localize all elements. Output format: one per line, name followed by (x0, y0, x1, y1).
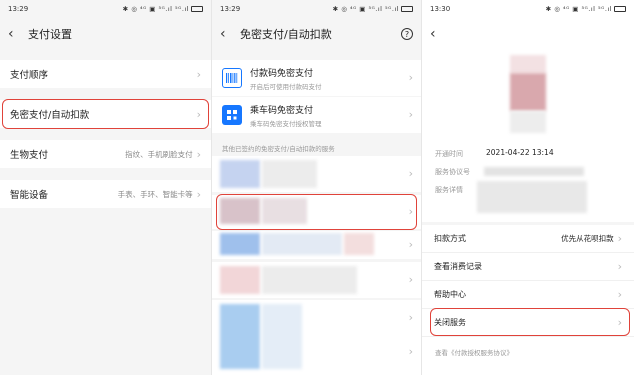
status-bar: 13:30 ✱ ◎ ⁴ᴳ ▣ ⁵ᴳ.ıl ⁵ᴳ.ıl (422, 0, 634, 18)
status-time: 13:29 (220, 5, 241, 13)
service-transit-code[interactable]: 乘车码免密支付 乘车码免密支付授权管理 › (212, 97, 421, 133)
payment-settings-screen: 13:29 ✱ ◎ ⁴ᴳ ▣ ⁵ᴳ.ıl ⁵ᴳ.ıl ‹ 支付设置 支付顺序 ›… (0, 0, 211, 375)
status-icons: ✱ ◎ ⁴ᴳ ▣ ⁵ᴳ.ıl ⁵ᴳ.ıl (333, 5, 413, 13)
status-icons: ✱ ◎ ⁴ᴳ ▣ ⁵ᴳ.ıl ⁵ᴳ.ıl (546, 5, 626, 13)
blurred-service-item[interactable]: › (212, 156, 421, 192)
service-subtitle: 乘车码免密支付授权管理 (250, 120, 322, 128)
chevron-right-icon: › (408, 238, 413, 251)
chevron-right-icon: › (617, 316, 622, 329)
row-deduction-method[interactable]: 扣款方式 优先从花呗扣款 › (422, 225, 634, 253)
status-icons: ✱ ◎ ⁴ᴳ ▣ ⁵ᴳ.ıl ⁵ᴳ.ıl (123, 5, 203, 13)
blurred-service-item[interactable]: › (212, 262, 421, 298)
help-icon[interactable]: ? (401, 28, 413, 40)
blurred-image (220, 266, 260, 294)
blurred-image (220, 198, 260, 224)
back-arrow-icon[interactable]: ‹ (220, 27, 236, 41)
blurred-service-item[interactable]: › › (212, 300, 421, 375)
settings-item-smart-devices[interactable]: 智能设备 手表、手环、智能卡等 › (0, 180, 211, 208)
close-service-button[interactable]: 关闭服务 › (422, 309, 634, 337)
nav-bar: ‹ 免密支付/自动扣款 ? (212, 22, 421, 46)
settings-item-label: 生物支付 (10, 150, 49, 161)
blurred-image (220, 304, 260, 369)
chevron-right-icon: › (196, 107, 201, 121)
chevron-right-icon: › (617, 288, 622, 301)
status-bar: 13:29 ✱ ◎ ⁴ᴳ ▣ ⁵ᴳ.ıl ⁵ᴳ.ıl (0, 0, 211, 18)
chevron-right-icon: › (408, 167, 413, 180)
service-detail-screen: 13:30 ✱ ◎ ⁴ᴳ ▣ ⁵ᴳ.ıl ⁵ᴳ.ıl ‹ 开通时间 2021-0… (422, 0, 634, 375)
info-value: 2021-04-22 13:14 (486, 148, 554, 157)
row-label: 关闭服务 (434, 318, 466, 327)
merchant-logo-image (510, 73, 546, 111)
status-bar: 13:29 ✱ ◎ ⁴ᴳ ▣ ⁵ᴳ.ıl ⁵ᴳ.ıl (212, 0, 421, 18)
info-label: 服务协议号 (435, 168, 470, 176)
nav-bar: ‹ (422, 22, 634, 46)
nav-bar: ‹ 支付设置 (0, 22, 211, 46)
blurred-agreement-number (484, 167, 584, 176)
settings-item-value: 手表、手环、智能卡等 (117, 189, 193, 199)
blurred-service-item[interactable]: › (212, 231, 421, 259)
battery-icon (191, 6, 203, 12)
chevron-right-icon: › (408, 311, 413, 324)
blurred-image (344, 233, 374, 255)
page-title: 支付设置 (28, 28, 72, 41)
settings-item-value: 指纹、手机刷脸支付 (125, 149, 193, 159)
service-title: 付款码免密支付 (250, 69, 314, 79)
row-label: 查看消费记录 (434, 262, 482, 271)
blurred-image (220, 160, 260, 188)
row-value: 优先从花呗扣款 (561, 234, 614, 243)
back-arrow-icon[interactable]: ‹ (8, 27, 24, 41)
blurred-image (262, 198, 307, 224)
agreement-link[interactable]: 查看《付款授权服务协议》 (435, 347, 513, 357)
blurred-image (262, 160, 317, 188)
section-heading: 其他已签约的免密支付/自动扣款的服务 (222, 145, 335, 153)
chevron-right-icon: › (196, 67, 201, 81)
status-time: 13:29 (8, 5, 29, 13)
merchant-logo-image (510, 111, 546, 133)
chevron-right-icon: › (617, 232, 622, 245)
settings-item-label: 支付顺序 (10, 70, 49, 81)
merchant-logo-image (510, 55, 546, 73)
chevron-right-icon: › (408, 71, 413, 84)
password-free-payment-screen: 13:29 ✱ ◎ ⁴ᴳ ▣ ⁵ᴳ.ıl ⁵ᴳ.ıl ‹ 免密支付/自动扣款 ?… (212, 0, 421, 375)
blurred-service-details (477, 181, 587, 213)
blurred-image (262, 233, 342, 255)
blurred-image (262, 304, 302, 369)
info-label: 服务详情 (435, 186, 463, 194)
row-label: 扣款方式 (434, 234, 466, 243)
settings-item-password-free[interactable]: 免密支付/自动扣款 › (0, 100, 211, 128)
settings-item-payment-order[interactable]: 支付顺序 › (0, 60, 211, 88)
service-title: 乘车码免密支付 (250, 106, 314, 116)
barcode-icon (222, 68, 242, 88)
battery-icon (401, 6, 413, 12)
page-title: 免密支付/自动扣款 (240, 28, 332, 41)
chevron-right-icon: › (408, 205, 413, 218)
back-arrow-icon[interactable]: ‹ (430, 27, 446, 41)
bus-code-icon (222, 105, 242, 125)
row-help-center[interactable]: 帮助中心 › (422, 281, 634, 309)
settings-item-label: 免密支付/自动扣款 (10, 110, 90, 121)
row-label: 帮助中心 (434, 290, 466, 299)
chevron-right-icon: › (408, 108, 413, 121)
chevron-right-icon: › (408, 273, 413, 286)
service-subtitle: 开启后可使用付款码支付 (250, 83, 322, 91)
settings-item-biometric[interactable]: 生物支付 指纹、手机刷脸支付 › (0, 140, 211, 168)
status-time: 13:30 (430, 5, 451, 13)
blurred-image (262, 266, 357, 294)
battery-icon (614, 6, 626, 12)
row-consumption-records[interactable]: 查看消费记录 › (422, 253, 634, 281)
chevron-right-icon: › (408, 345, 413, 358)
settings-item-label: 智能设备 (10, 190, 49, 201)
chevron-right-icon: › (196, 187, 201, 201)
chevron-right-icon: › (196, 147, 201, 161)
blurred-service-item[interactable]: › (212, 195, 421, 229)
chevron-right-icon: › (617, 260, 622, 273)
service-payment-code[interactable]: 付款码免密支付 开启后可使用付款码支付 › (212, 60, 421, 96)
info-label: 开通时间 (435, 150, 463, 158)
blurred-image (220, 233, 260, 255)
